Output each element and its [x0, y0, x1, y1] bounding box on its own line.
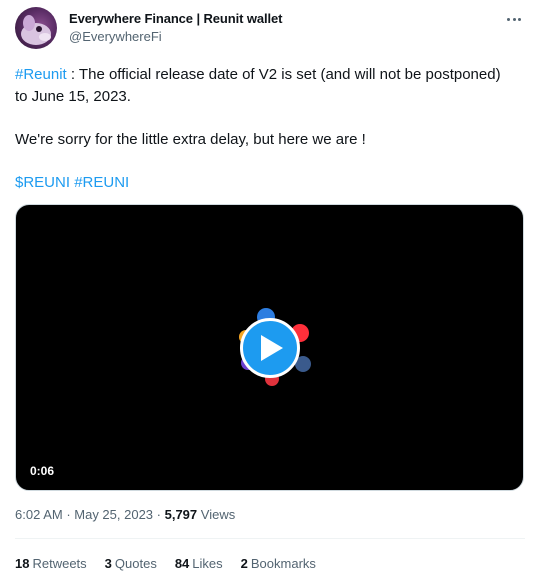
separator: ·: [153, 507, 165, 522]
dot: [518, 17, 521, 21]
tweet-line-1: #Reunit : The official release date of V…: [15, 64, 515, 108]
tweet-time[interactable]: 6:02 AM: [15, 507, 63, 522]
avatar[interactable]: [15, 7, 57, 49]
tweet-text: #Reunit : The official release date of V…: [15, 64, 515, 194]
tweet-header: Everywhere Finance | Reunit wallet @Ever…: [15, 7, 525, 49]
likes-stat[interactable]: 84 Likes: [175, 556, 223, 571]
author-name[interactable]: Everywhere Finance | Reunit wallet: [69, 11, 282, 26]
bookmarks-stat[interactable]: 2 Bookmarks: [241, 556, 316, 571]
separator: ·: [62, 507, 75, 522]
quotes-stat[interactable]: 3 Quotes: [105, 556, 157, 571]
tweet-meta: 6:02 AM · May 25, 2023 · 5,797 Views: [15, 507, 235, 522]
hashtag-reuni-link[interactable]: #REUNI: [74, 174, 129, 191]
retweets-count: 18: [15, 556, 30, 571]
tweet-date[interactable]: May 25, 2023: [74, 507, 153, 522]
dot: [512, 17, 516, 21]
author-handle[interactable]: @EverywhereFi: [69, 29, 162, 44]
retweets-label: Retweets: [32, 556, 87, 571]
retweets-stat[interactable]: 18 Retweets: [15, 556, 87, 571]
wallet-mascot-avatar-icon: [21, 15, 51, 45]
views-count: 5,797: [164, 507, 198, 522]
play-icon[interactable]: [240, 318, 300, 378]
tweet-tags: $REUNI #REUNI: [15, 172, 515, 194]
video-player[interactable]: 0:06: [15, 204, 524, 491]
bookmarks-label: Bookmarks: [250, 556, 316, 571]
divider: [15, 538, 525, 539]
quotes-count: 3: [104, 556, 112, 571]
tweet-line-2: We're sorry for the little extra delay, …: [15, 131, 366, 148]
tweet-line-1-text: : The official release date of V2 is set…: [15, 66, 501, 105]
likes-label: Likes: [192, 556, 223, 571]
tweet-stats: 18 Retweets 3 Quotes 84 Likes 2 Bookmarks: [15, 556, 334, 571]
dot: [507, 17, 510, 21]
hashtag-reunit-link[interactable]: #Reunit: [15, 66, 67, 83]
video-duration: 0:06: [24, 461, 61, 481]
likes-count: 84: [174, 556, 190, 571]
quotes-label: Quotes: [114, 556, 157, 571]
cashtag-reuni-link[interactable]: $REUNI: [15, 174, 70, 191]
bookmarks-count: 2: [240, 556, 248, 571]
more-options-icon[interactable]: [503, 11, 525, 27]
views-label: Views: [197, 507, 236, 522]
